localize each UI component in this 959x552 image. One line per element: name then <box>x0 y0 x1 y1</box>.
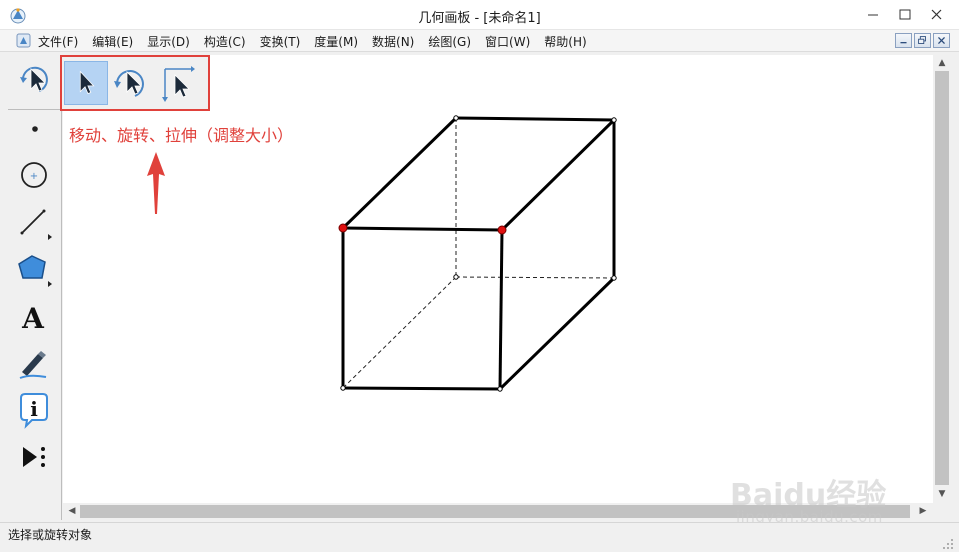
app-window: 几何画板 - [未命名1] 文件(F) 编辑(E) 显示(D) 构造(C) 变换… <box>0 0 959 552</box>
polygon-tool-icon[interactable] <box>8 248 62 292</box>
hidden-edge[interactable] <box>455 276 615 279</box>
vertical-scroll-thumb[interactable] <box>935 71 949 485</box>
top-left-edge[interactable] <box>341 116 458 230</box>
information-tool-icon[interactable]: i <box>8 388 62 432</box>
menu-file[interactable]: 文件(F) <box>38 33 78 50</box>
document-restore-button[interactable] <box>914 33 931 48</box>
annotation-arrow <box>147 152 165 214</box>
marker-tool-icon[interactable] <box>8 342 62 386</box>
selected-vertex-point[interactable] <box>338 223 348 233</box>
scroll-up-icon[interactable]: ▲ <box>935 56 949 70</box>
title-bar: 几何画板 - [未命名1] <box>0 0 959 30</box>
bottom-right-edge[interactable] <box>498 276 616 391</box>
menu-data[interactable]: 数据(N) <box>372 33 414 50</box>
move-arrow-tool-icon[interactable] <box>64 61 108 105</box>
menu-display[interactable]: 显示(D) <box>147 33 190 50</box>
top-right-edge[interactable] <box>500 118 616 232</box>
scroll-left-icon[interactable]: ◀ <box>65 504 79 518</box>
resize-grip-icon[interactable] <box>941 537 955 551</box>
vertex-point[interactable] <box>611 117 617 123</box>
status-text: 选择或旋转对象 <box>8 528 93 542</box>
menu-measure[interactable]: 度量(M) <box>314 33 358 50</box>
compass-tool-icon[interactable]: + <box>8 153 62 197</box>
top-back-edge[interactable] <box>455 116 615 122</box>
custom-tool-icon[interactable] <box>8 435 62 479</box>
vertical-scrollbar[interactable]: ▲ ▼ <box>933 55 951 503</box>
svg-text:A: A <box>21 302 45 335</box>
menu-items: 文件(F) 编辑(E) 显示(D) 构造(C) 变换(T) 度量(M) 数据(N… <box>38 33 601 50</box>
menu-help[interactable]: 帮助(H) <box>544 33 586 50</box>
svg-text:+: + <box>30 171 38 182</box>
front-top-edge[interactable] <box>342 226 503 232</box>
hidden-edge[interactable] <box>342 276 457 389</box>
watermark: Baidu经验 jingyan.baidu.com <box>730 470 910 530</box>
vertex-point[interactable] <box>611 275 617 281</box>
straightedge-tool-icon[interactable] <box>8 201 62 245</box>
selected-vertex-point[interactable] <box>497 225 507 235</box>
minimize-button[interactable] <box>858 0 888 30</box>
close-button[interactable] <box>914 0 959 30</box>
menu-graph[interactable]: 绘图(G) <box>428 33 471 50</box>
menu-edit[interactable]: 编辑(E) <box>92 33 133 50</box>
stretch-arrow-tool-icon[interactable] <box>156 61 200 105</box>
svg-text:i: i <box>30 397 38 421</box>
rotate-arrow-tool-icon[interactable] <box>109 61 153 105</box>
vertex-point[interactable] <box>453 115 459 121</box>
status-bar: 选择或旋转对象 <box>0 522 959 552</box>
scroll-right-icon[interactable]: ▶ <box>916 504 930 518</box>
menu-bar: 文件(F) 编辑(E) 显示(D) 构造(C) 变换(T) 度量(M) 数据(N… <box>0 30 959 52</box>
menu-window[interactable]: 窗口(W) <box>485 33 530 50</box>
point-tool-icon[interactable] <box>8 107 62 151</box>
menu-construct[interactable]: 构造(C) <box>204 33 246 50</box>
scroll-down-icon[interactable]: ▼ <box>935 487 949 501</box>
window-title: 几何画板 - [未命名1] <box>418 11 541 26</box>
vertex-point[interactable] <box>497 386 503 392</box>
vertex-point[interactable] <box>340 385 346 391</box>
selection-tool-flyout <box>60 55 210 111</box>
front-right-edge[interactable] <box>498 229 504 390</box>
text-tool-icon[interactable]: A <box>8 295 62 339</box>
document-minimize-button[interactable] <box>895 33 912 48</box>
menu-transform[interactable]: 变换(T) <box>260 33 301 50</box>
vertex-point[interactable] <box>453 274 459 280</box>
front-bottom-edge[interactable] <box>342 386 501 391</box>
selection-rotate-tool-icon[interactable] <box>8 57 62 101</box>
toolbox: + A i <box>8 55 62 520</box>
document-close-button[interactable] <box>933 33 950 48</box>
annotation-text: 移动、旋转、拉伸（调整大小） <box>69 126 294 145</box>
document-icon[interactable] <box>16 33 31 48</box>
